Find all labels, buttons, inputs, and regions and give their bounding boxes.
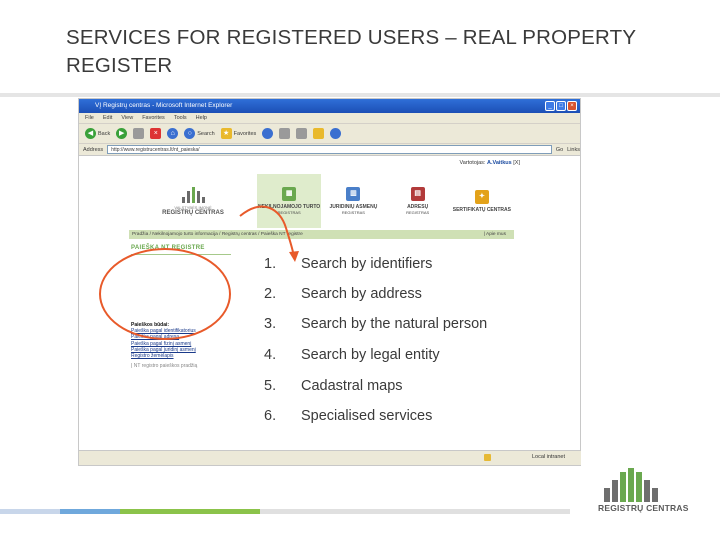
- logout-link[interactable]: [X]: [513, 160, 520, 166]
- list-item-label: Cadastral maps: [301, 378, 403, 394]
- slide-title: SERVICES FOR REGISTERED USERS – REAL PRO…: [66, 26, 636, 77]
- menu-tools[interactable]: Tools: [174, 113, 187, 123]
- list-item-number: 2.: [264, 286, 277, 302]
- footer-color-strip: [0, 509, 570, 514]
- window-controls: _ □ ×: [545, 101, 577, 111]
- back-arrow-icon: ◀: [85, 128, 96, 139]
- mail-icon[interactable]: [279, 128, 291, 139]
- list-item: 6. Specialised services: [264, 408, 432, 424]
- menu-favorites[interactable]: Favorites: [142, 113, 165, 123]
- links-label[interactable]: Links: [567, 147, 580, 153]
- legal-entities-icon: ▥: [346, 186, 361, 201]
- site-logo[interactable]: VALSTYBĖS ĮMONĖ REGISTRŲ CENTRAS: [129, 174, 257, 228]
- favorites-button[interactable]: ★ Favorites: [220, 128, 257, 139]
- list-item-number: 3.: [264, 316, 277, 332]
- folder-icon[interactable]: [313, 128, 325, 139]
- search-start-link[interactable]: Į NT registro paieškos pradžią: [131, 363, 197, 369]
- search-icon: ○: [184, 128, 196, 139]
- back-label: Back: [98, 130, 111, 137]
- list-item-label: Search by identifiers: [301, 256, 433, 272]
- tab-real-property-sub: REGISTRAS: [277, 209, 301, 215]
- search-button[interactable]: ○ Search: [184, 128, 215, 139]
- minimize-icon[interactable]: _: [545, 101, 555, 111]
- print-icon[interactable]: [296, 128, 308, 139]
- tab-legal-entities-sub: REGISTRAS: [341, 209, 365, 215]
- browser-menu-bar: File Edit View Favorites Tools Help: [79, 113, 580, 124]
- services-list: 1. Search by identifiers 2. Search by ad…: [248, 248, 580, 436]
- section-heading: PAIEŠKA NT REGISTRE: [131, 245, 205, 251]
- close-icon[interactable]: ×: [567, 101, 577, 111]
- menu-file[interactable]: File: [85, 113, 94, 123]
- tab-addresses[interactable]: ▤ ADRESŲ REGISTRAS: [386, 174, 450, 228]
- strip-segment-4: [260, 509, 570, 514]
- login-info: Vartotojas: A.Vaitkus [X]: [460, 160, 520, 166]
- site-header: VALSTYBĖS ĮMONĖ REGISTRŲ CENTRAS ▦ NEKIL…: [129, 174, 514, 228]
- breadcrumb: Pradžia / Nekilnojamojo turto informacij…: [129, 230, 514, 239]
- logo-caption-main: REGISTRŲ CENTRAS: [162, 209, 224, 216]
- search-label: Search: [197, 130, 215, 137]
- list-item: 2. Search by address: [264, 286, 422, 302]
- browser-toolbar: ◀ Back ▶ × ⌂ ○ Search ★ Favorites: [79, 124, 580, 144]
- tab-addresses-sub: REGISTRAS: [406, 209, 430, 215]
- breadcrumb-path[interactable]: Pradžia / Nekilnojamojo turto informacij…: [132, 232, 303, 237]
- back-button[interactable]: ◀ Back: [85, 128, 110, 139]
- login-prefix: Vartotojas:: [459, 160, 486, 166]
- forward-arrow-icon[interactable]: ▶: [116, 128, 128, 139]
- search-method-natural-person[interactable]: Paieška pagal fizinį asmenį: [131, 341, 197, 347]
- strip-segment-3: [120, 509, 260, 514]
- address-bar: Address http://www.registrucentras.lt/nt…: [79, 144, 580, 156]
- menu-help[interactable]: Help: [196, 113, 207, 123]
- stop-icon[interactable]: [133, 128, 145, 139]
- tab-certificates-label: SERTIFIKATŲ CENTRAS: [452, 206, 511, 213]
- certificates-icon: ✦: [474, 189, 489, 204]
- list-item-label: Search by the natural person: [301, 316, 488, 332]
- menu-view[interactable]: View: [121, 113, 133, 123]
- strip-segment-2: [60, 509, 120, 514]
- browser-status-bar: Local intranet: [79, 450, 581, 465]
- login-user[interactable]: A.Vaitkus: [487, 160, 512, 166]
- favorites-label: Favorites: [233, 130, 257, 137]
- window-title: VĮ Registrų centras - Microsoft Internet…: [95, 102, 233, 109]
- search-methods-menu: Paieškos būdai: Paieška pagal identifika…: [131, 322, 197, 369]
- list-item-label: Search by legal entity: [301, 347, 440, 363]
- brand-name: REGISTRŲ CENTRAS: [598, 503, 689, 513]
- history-icon[interactable]: [262, 128, 274, 139]
- list-item-label: Specialised services: [301, 408, 433, 424]
- home-icon[interactable]: ⌂: [167, 128, 179, 139]
- section-divider: [131, 254, 231, 255]
- strip-segment-1: [0, 509, 60, 514]
- address-label: Address: [83, 146, 104, 153]
- list-item: 3. Search by the natural person: [264, 316, 487, 332]
- tab-legal-entities[interactable]: ▥ JURIDINIŲ ASMENŲ REGISTRAS: [321, 174, 385, 228]
- addresses-icon: ▤: [410, 186, 425, 201]
- list-item: 5. Cadastral maps: [264, 378, 403, 394]
- browser-title-bar: VĮ Registrų centras - Microsoft Internet…: [79, 99, 580, 113]
- menu-edit[interactable]: Edit: [103, 113, 112, 123]
- maximize-icon[interactable]: □: [556, 101, 566, 111]
- refresh-icon[interactable]: ×: [150, 128, 162, 139]
- go-button[interactable]: Go: [556, 147, 563, 153]
- list-item: 4. Search by legal entity: [264, 347, 440, 363]
- list-item-number: 6.: [264, 408, 277, 424]
- list-item-number: 4.: [264, 347, 277, 363]
- real-property-icon: ▦: [282, 186, 297, 201]
- status-zone: Local intranet: [531, 454, 565, 460]
- search-method-map[interactable]: Registro žemėlapis: [131, 353, 197, 359]
- title-divider: [0, 93, 720, 97]
- star-icon: ★: [220, 128, 232, 139]
- lock-icon: [484, 454, 491, 461]
- building-logo-icon: [181, 186, 205, 203]
- messenger-icon[interactable]: [330, 128, 342, 139]
- address-input[interactable]: http://www.registrucentras.lt/nt_paieska…: [107, 145, 552, 154]
- list-item-number: 5.: [264, 378, 277, 394]
- tab-real-property[interactable]: ▦ NEKILNOJAMOJO TURTO REGISTRAS: [257, 174, 322, 228]
- tab-certificates[interactable]: ✦ SERTIFIKATŲ CENTRAS: [450, 174, 514, 228]
- about-link[interactable]: | Apie mus: [484, 230, 506, 239]
- list-item-label: Search by address: [301, 286, 422, 302]
- list-item-number: 1.: [264, 256, 277, 272]
- list-item: 1. Search by identifiers: [264, 256, 432, 272]
